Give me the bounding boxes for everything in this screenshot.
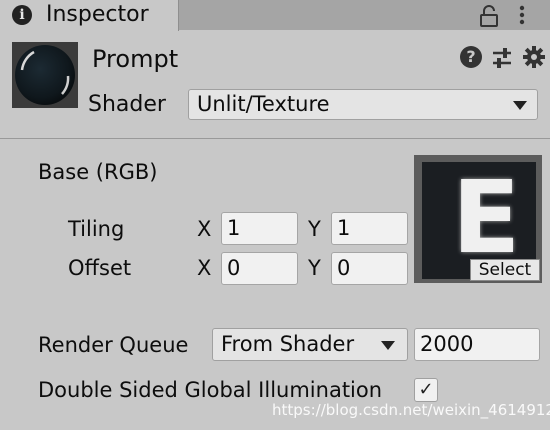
gear-icon[interactable] xyxy=(522,45,546,69)
render-queue-value-field[interactable]: 2000 xyxy=(414,328,540,361)
material-preview-thumbnail xyxy=(12,42,78,108)
base-rgb-label: Base (RGB) xyxy=(38,160,158,184)
tiling-y-label: Y xyxy=(308,217,321,241)
checkmark-icon: ✓ xyxy=(418,379,434,400)
shader-value: Unlit/Texture xyxy=(197,92,330,116)
shader-dropdown[interactable]: Unlit/Texture xyxy=(188,89,538,120)
tiling-x-field[interactable]: 1 xyxy=(221,212,298,245)
tiling-label: Tiling xyxy=(68,217,125,241)
lock-icon[interactable] xyxy=(478,5,500,27)
tab-label: Inspector xyxy=(46,2,149,27)
info-icon: i xyxy=(12,5,32,25)
double-sided-gi-checkbox[interactable]: ✓ xyxy=(414,378,438,402)
kebab-menu-icon[interactable] xyxy=(514,4,530,26)
tab-inspector[interactable]: i Inspector xyxy=(0,0,179,31)
help-icon[interactable]: ? xyxy=(460,46,482,68)
watermark: https://blog.csdn.net/weixin_46149121 xyxy=(272,401,550,419)
chevron-down-icon xyxy=(381,341,395,350)
tiling-x-label: X xyxy=(197,217,212,241)
shader-label: Shader xyxy=(88,92,166,117)
texture-letter: E xyxy=(452,159,521,276)
offset-x-field[interactable]: 0 xyxy=(221,252,298,285)
offset-y-field[interactable]: 0 xyxy=(331,252,408,285)
offset-label: Offset xyxy=(68,256,132,280)
preset-icon[interactable] xyxy=(490,46,514,70)
offset-x-label: X xyxy=(197,256,212,280)
render-queue-dropdown[interactable]: From Shader xyxy=(212,328,408,361)
render-queue-mode: From Shader xyxy=(221,332,355,356)
offset-y-label: Y xyxy=(308,256,321,280)
tiling-y-field[interactable]: 1 xyxy=(331,212,408,245)
divider xyxy=(0,138,550,139)
chevron-down-icon xyxy=(513,101,527,110)
material-name: Prompt xyxy=(92,45,179,73)
texture-select-button[interactable]: Select xyxy=(470,259,540,281)
render-queue-label: Render Queue xyxy=(38,333,189,357)
